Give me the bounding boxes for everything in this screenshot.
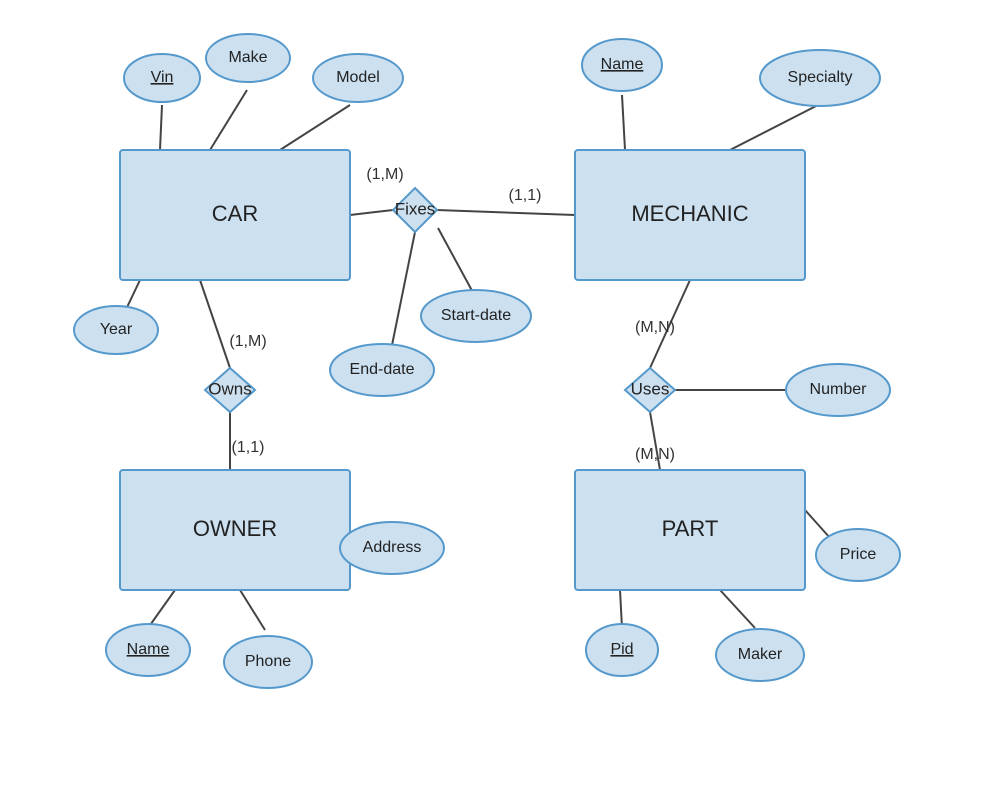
- attr-phone-label: Phone: [245, 653, 291, 670]
- line-car-make: [210, 90, 247, 150]
- line-mech-specialty: [730, 105, 818, 150]
- line-owner-phone: [240, 590, 265, 630]
- card-fixes-car: (1,M): [366, 166, 403, 183]
- card-uses-mech: (M,N): [635, 319, 675, 336]
- line-part-maker: [720, 590, 755, 628]
- attr-number-label: Number: [810, 381, 868, 398]
- card-owns-car: (1,M): [229, 333, 266, 350]
- line-fixes-startdate: [438, 228, 476, 298]
- attr-specialty-label: Specialty: [788, 69, 853, 86]
- line-car-model: [280, 105, 350, 150]
- line-fixes-enddate: [390, 232, 415, 355]
- attr-owner-name-label: Name: [127, 641, 170, 658]
- attr-price-label: Price: [840, 546, 877, 563]
- line-fixes-mechanic: [437, 210, 575, 215]
- line-car-fixes: [350, 210, 393, 215]
- rel-owns-label: Owns: [208, 379, 251, 398]
- attr-address-label: Address: [363, 539, 422, 556]
- line-car-owns: [200, 280, 230, 368]
- attr-mech-name-label: Name: [601, 56, 644, 73]
- entity-car-label: CAR: [212, 201, 258, 226]
- attr-model-label: Model: [336, 69, 380, 86]
- attr-maker-label: Maker: [738, 646, 783, 663]
- line-car-vin: [160, 105, 162, 150]
- attr-make-label: Make: [228, 49, 267, 66]
- attr-start-date-label: Start-date: [441, 307, 511, 324]
- entity-mechanic-label: MECHANIC: [631, 201, 748, 226]
- line-owner-name: [148, 590, 175, 628]
- card-fixes-mech: (1,1): [509, 187, 542, 204]
- attr-pid-label: Pid: [610, 641, 633, 658]
- attr-end-date-label: End-date: [350, 361, 415, 378]
- entity-owner-label: OWNER: [193, 516, 277, 541]
- attr-year-label: Year: [100, 321, 133, 338]
- card-uses-part: (M,N): [635, 446, 675, 463]
- line-part-pid: [620, 590, 622, 628]
- attr-vin-label: Vin: [151, 69, 174, 86]
- rel-fixes-label: Fixes: [395, 199, 436, 218]
- card-owns-owner: (1,1): [232, 439, 265, 456]
- rel-uses-label: Uses: [631, 379, 670, 398]
- line-mech-name: [622, 95, 625, 150]
- entity-part-label: PART: [662, 516, 719, 541]
